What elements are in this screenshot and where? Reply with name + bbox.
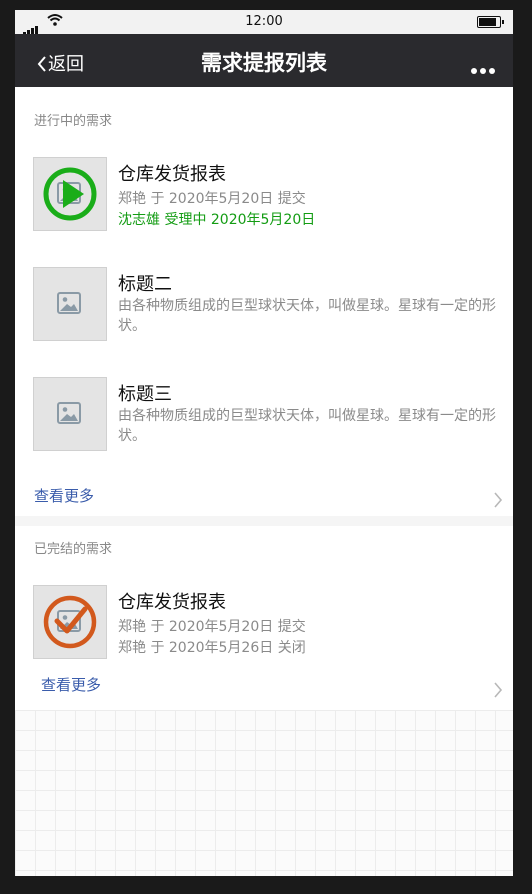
item-title: 仓库发货报表 <box>118 164 226 185</box>
image-placeholder-icon <box>57 292 81 314</box>
list-item[interactable]: 仓库发货报表 郑艳 于 2020年5月20日 提交 郑艳 于 2020年5月26… <box>33 585 503 659</box>
status-bar: 12:00 <box>15 10 513 36</box>
image-placeholder-icon <box>57 402 81 424</box>
chevron-right-icon[interactable] <box>493 680 503 704</box>
chevron-right-icon[interactable] <box>493 490 503 514</box>
back-label: 返回 <box>48 54 84 75</box>
navigation-bar: 返回 需求提报列表 <box>15 34 513 87</box>
item-thumbnail <box>33 377 107 451</box>
section-label-in-progress: 进行中的需求 <box>34 114 113 129</box>
back-button[interactable]: 返回 <box>37 50 84 76</box>
item-thumbnail <box>33 585 107 659</box>
chevron-left-icon <box>37 54 47 75</box>
view-more-link-in-progress[interactable]: 查看更多 <box>34 485 94 506</box>
item-thumbnail <box>33 157 107 231</box>
section-label-completed: 已完结的需求 <box>34 542 113 557</box>
item-submit-info: 郑艳 于 2020年5月20日 提交 <box>118 191 306 207</box>
item-title: 仓库发货报表 <box>118 592 226 613</box>
ellipsis-icon[interactable] <box>471 66 495 76</box>
item-title: 标题三 <box>118 384 172 405</box>
play-circle-icon <box>43 167 97 221</box>
item-status-info: 沈志雄 受理中 2020年5月20日 <box>118 212 316 228</box>
status-time: 12:00 <box>245 14 283 29</box>
item-description: 由各种物质组成的巨型球状天体，叫做星球。星球有一定的形状。 <box>118 298 496 334</box>
battery-icon <box>477 16 504 28</box>
item-description: 由各种物质组成的巨型球状天体，叫做星球。星球有一定的形状。 <box>118 408 496 444</box>
item-thumbnail <box>33 267 107 341</box>
page-title: 需求提报列表 <box>201 51 327 75</box>
list-item[interactable]: 标题二 由各种物质组成的巨型球状天体，叫做星球。星球有一定的形状。 <box>33 267 503 341</box>
list-item[interactable]: 标题三 由各种物质组成的巨型球状天体，叫做星球。星球有一定的形状。 <box>33 377 503 451</box>
phone-screen: 12:00 返回 需求提报列表 进行中的需求 仓库发货报表 郑艳 于 2020年… <box>15 10 513 876</box>
item-submit-info: 郑艳 于 2020年5月20日 提交 <box>118 619 306 635</box>
item-close-info: 郑艳 于 2020年5月26日 关闭 <box>118 640 306 656</box>
empty-canvas-area <box>15 710 513 876</box>
view-more-link-completed[interactable]: 查看更多 <box>41 674 101 695</box>
section-divider <box>15 516 513 526</box>
item-title: 标题二 <box>118 274 172 295</box>
check-circle-icon <box>43 595 97 649</box>
list-item[interactable]: 仓库发货报表 郑艳 于 2020年5月20日 提交 沈志雄 受理中 2020年5… <box>33 157 503 231</box>
